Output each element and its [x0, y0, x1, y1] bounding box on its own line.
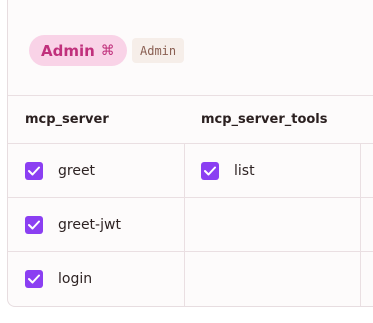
permission-label: greet [58, 162, 96, 179]
checkbox-list[interactable] [201, 161, 219, 180]
check-icon [28, 274, 40, 284]
checkbox-greet[interactable] [25, 161, 43, 180]
checkbox-login[interactable] [25, 270, 43, 288]
permission-label: list [234, 162, 255, 179]
check-icon [204, 166, 216, 175]
table-row: greet list [8, 144, 373, 198]
permission-label: login [58, 271, 93, 287]
permissions-card: Admin ⌘ Admin mcp_server mcp_server_tool… [7, 0, 373, 307]
permission-cell: greet-jwt [25, 198, 121, 251]
table-header: mcp_server mcp_server_tools [8, 96, 373, 144]
checkbox-greet-jwt[interactable] [25, 215, 43, 234]
permission-cell: greet [25, 144, 95, 197]
permission-cell: list [201, 144, 255, 197]
role-name: Admin [41, 41, 95, 60]
command-icon: ⌘ [100, 42, 115, 59]
permission-cell: login [25, 252, 92, 306]
table-row: login [8, 252, 373, 306]
column-header-mcp-server-tools: mcp_server_tools [201, 112, 328, 127]
role-badge[interactable]: Admin ⌘ [29, 35, 127, 66]
permission-label: greet-jwt [58, 216, 121, 233]
column-header-mcp-server: mcp_server [25, 112, 109, 127]
check-icon [28, 166, 40, 175]
role-code-chip: Admin [132, 38, 185, 63]
check-icon [28, 220, 40, 229]
table-row: greet-jwt [8, 198, 373, 252]
role-header: Admin ⌘ Admin [8, 0, 373, 96]
